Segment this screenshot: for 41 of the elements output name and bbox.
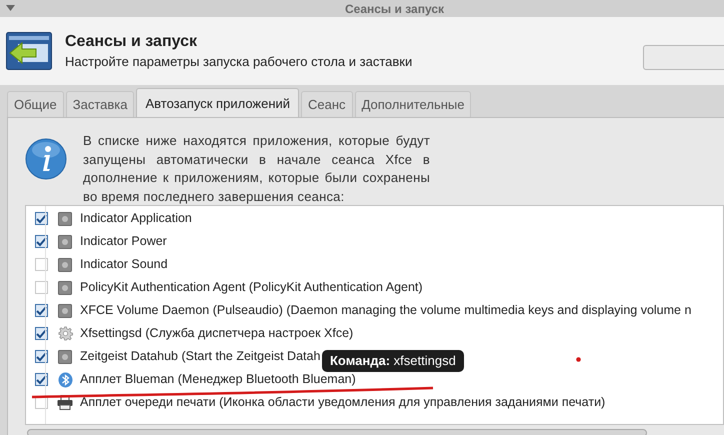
horizontal-scrollbar[interactable] — [27, 429, 647, 435]
tooltip: Команда: xfsettingsd — [322, 350, 464, 372]
app-name: XFCE Volume Daemon (Pulseaudio) (Daemon managing the volume multimedia keys and displaying volume n — [80, 302, 692, 320]
app-icon — [58, 234, 72, 248]
app-name: Апплет очереди печати (Иконка области уведомления для управления заданиями печати) — [80, 394, 606, 412]
tab[interactable]: Общие — [7, 91, 64, 117]
tab[interactable]: Заставка — [66, 91, 134, 117]
app-name: Indicator Application — [80, 210, 192, 228]
tab[interactable]: Автозапуск приложений — [136, 88, 300, 118]
app-name: Zeitgeist Datahub (Start the Zeitgeist Datah — [80, 348, 320, 366]
dot-mark — [576, 357, 581, 362]
tab[interactable]: Сеанс — [301, 91, 353, 117]
bluetooth-icon — [58, 372, 72, 388]
app-icon — [58, 304, 72, 318]
app-name: Xfsettingsd (Служба диспетчера настроек Xfce) — [80, 325, 354, 342]
checkbox[interactable] — [35, 304, 48, 317]
checkbox[interactable] — [35, 350, 48, 363]
menu-caret-icon[interactable] — [6, 5, 15, 11]
app-name: Indicator Sound — [80, 256, 168, 274]
app-name: PolicyKit Authentication Agent (PolicyKit Authentication Agent) — [80, 279, 423, 296]
header-subtitle: Настройте параметры запуска рабочего стола и заставки — [65, 53, 412, 71]
search-field[interactable] — [643, 45, 724, 70]
info-icon — [25, 138, 67, 180]
info-text: В списке ниже находятся приложения, которые будут запущены автоматически в начале сеанса Xfce в дополнение к приложениям, которые были сохранены во время последнего завершения сеанса: — [83, 132, 430, 206]
checkbox[interactable] — [35, 212, 48, 225]
checkbox[interactable] — [35, 327, 48, 340]
gear-icon — [58, 326, 72, 341]
app-name: Апплет Blueman (Менеджер Bluetooth Blueman) — [80, 371, 356, 388]
checkbox[interactable] — [35, 258, 48, 271]
app-icon — [58, 258, 72, 272]
window-title: Сеансы и запуск — [345, 2, 444, 14]
printer-icon — [57, 395, 73, 410]
checkbox[interactable] — [35, 281, 48, 294]
app-name: Indicator Power — [80, 233, 167, 250]
header-title: Сеансы и запуск — [65, 32, 198, 52]
checkbox[interactable] — [35, 373, 48, 386]
app-icon — [58, 280, 72, 294]
checkbox[interactable] — [35, 235, 48, 248]
app-icon — [58, 212, 72, 226]
tab[interactable]: Дополнительные — [354, 91, 472, 117]
app-icon — [58, 350, 72, 364]
